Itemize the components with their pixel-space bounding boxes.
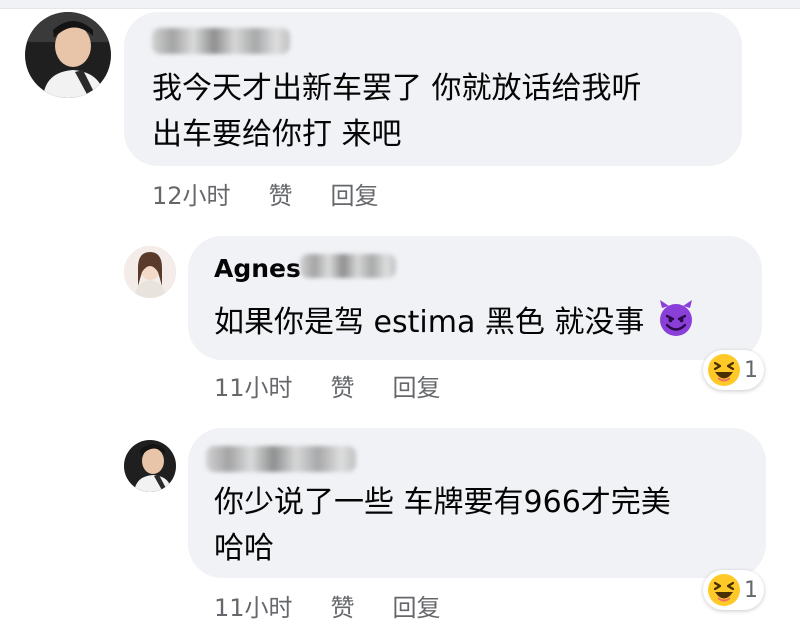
timestamp[interactable]: 11小时: [214, 368, 293, 403]
like-button[interactable]: 赞: [331, 588, 355, 623]
avatar[interactable]: [124, 440, 176, 492]
smiling-devil-icon: [659, 300, 692, 336]
comment-text: 你少说了一些 车牌要有966才完美 哈哈: [214, 480, 671, 572]
comment-meta: 11小时 赞 回复: [214, 588, 479, 623]
person-avatar-icon: [124, 440, 176, 492]
reply-button[interactable]: 回复: [331, 176, 379, 211]
avatar[interactable]: [25, 12, 111, 98]
comment-text-line: 我今天才出新车罢了 你就放话给我听: [152, 71, 642, 106]
author-name-blurred[interactable]: [206, 446, 356, 472]
comment-text-line: 如果你是驾 estima 黑色 就没事: [214, 305, 645, 340]
comment-text-line: 哈哈: [214, 531, 274, 566]
comment-author[interactable]: Agnes: [214, 254, 301, 283]
comment-text-line: 出车要给你打 来吧: [152, 117, 402, 152]
comment-meta: 11小时 赞 回复: [214, 368, 479, 403]
laughing-squint-icon: [708, 574, 740, 606]
reaction-count: 1: [744, 357, 758, 383]
reaction-badge[interactable]: 1: [703, 570, 764, 610]
comment-text: 我今天才出新车罢了 你就放话给我听 出车要给你打 来吧: [152, 66, 642, 158]
like-button[interactable]: 赞: [269, 176, 293, 211]
comment-text: 如果你是驾 estima 黑色 就没事: [214, 298, 696, 346]
author-surname-blurred: [300, 254, 396, 278]
comment-meta: 12小时 赞 回复: [152, 176, 417, 211]
like-button[interactable]: 赞: [331, 368, 355, 403]
timestamp[interactable]: 11小时: [214, 588, 293, 623]
top-divider: [0, 0, 800, 9]
timestamp[interactable]: 12小时: [152, 176, 231, 211]
author-name-blurred[interactable]: [152, 28, 290, 54]
laughing-squint-icon: [708, 354, 740, 386]
person-avatar-icon: [25, 12, 111, 98]
person-avatar-icon: [124, 246, 176, 298]
reply-button[interactable]: 回复: [393, 588, 441, 623]
reply-button[interactable]: 回复: [393, 368, 441, 403]
reaction-badge[interactable]: 1: [703, 350, 764, 390]
reaction-count: 1: [744, 577, 758, 603]
comment-text-line: 你少说了一些 车牌要有966才完美: [214, 485, 671, 520]
avatar[interactable]: [124, 246, 176, 298]
